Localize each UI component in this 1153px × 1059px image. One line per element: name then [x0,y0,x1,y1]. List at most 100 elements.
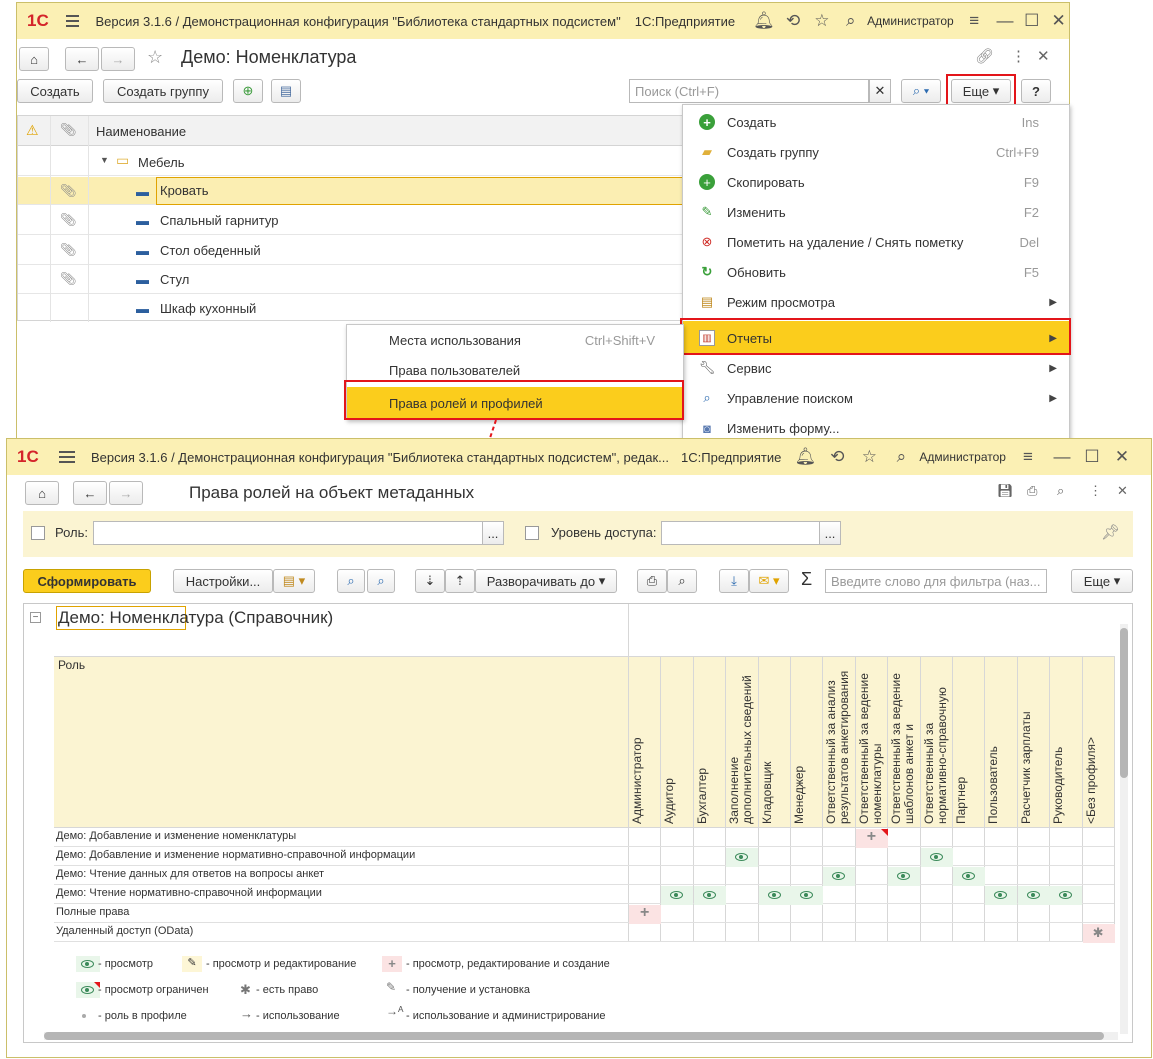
matrix-row[interactable]: Удаленный доступ (OData) [54,923,1114,942]
settings-button[interactable]: Настройки... [173,569,273,593]
list-row-selected[interactable]: 📎︎ ▬ Кровать [18,177,688,205]
search-icon[interactable]: ⌕ [840,11,861,31]
maximize-icon[interactable]: ☐ [1021,11,1042,31]
matrix-row[interactable]: Демо: Добавление и изменение номенклатур… [54,828,1114,847]
menu-item-copy[interactable]: + Скопировать F9 [683,167,1069,197]
search-icon[interactable]: ⌕ [889,447,913,467]
help-button[interactable]: ? [1021,79,1051,103]
eye-icon [670,891,684,899]
close-icon[interactable]: ✕ [1048,11,1069,31]
plus-icon: + [640,904,650,921]
main-menu-icon[interactable] [65,12,80,30]
export-button[interactable]: ⤓ [719,569,749,593]
minimize-icon[interactable]: — [995,11,1016,31]
list-row[interactable]: 📎︎ ▬ Стол обеденный [18,236,688,265]
horizontal-scrollbar[interactable] [44,1032,1118,1040]
menu-item-service[interactable]: 🔧︎ Сервис ▶ [683,353,1069,383]
menu-item-create[interactable]: + Создать Ins [683,107,1069,137]
search-icon: ⌕ [703,390,711,405]
preview-icon[interactable]: ⌕ [1057,483,1064,499]
expand-to-button[interactable]: Разворачивать до ▾ [475,569,617,593]
role-checkbox[interactable] [31,526,45,540]
collapse-icon[interactable]: − [30,612,41,623]
menu-item-view-mode[interactable]: ▤ Режим просмотра ▶ [683,287,1069,317]
bell-icon[interactable]: 🔔︎ [793,447,817,467]
form-close-icon[interactable]: ✕ [1037,47,1050,65]
search-options-button[interactable]: ⌕ ▾ [901,79,941,103]
menu-item-create-group[interactable]: ▰ Создать группу Ctrl+F9 [683,137,1069,167]
star-icon[interactable]: ☆ [857,447,881,467]
variants-button[interactable]: ▤ ▾ [273,569,315,593]
link-icon[interactable]: 🔗︎ [975,47,994,65]
home-button[interactable]: ⌂ [25,481,59,505]
item-label: Стол обеденный [160,243,261,258]
close-icon[interactable]: ✕ [1110,447,1134,467]
expand-arrow-icon[interactable]: ▼ [100,155,109,165]
list-row[interactable]: ▬ Шкаф кухонный [18,294,688,322]
create-group-button[interactable]: Создать группу [103,79,223,103]
user-name[interactable]: Администратор [919,450,1006,464]
submenu-item-usage[interactable]: Места использования Ctrl+Shift+V [347,325,683,355]
menu-item-search-management[interactable]: ⌕ Управление поиском ▶ [683,383,1069,413]
sort-asc-button[interactable]: ⇣ [415,569,445,593]
role-select-button[interactable]: ... [482,521,504,545]
vertical-scroll-thumb[interactable] [1120,628,1128,778]
list-row-group[interactable]: ▼ ▭ Мебель [18,147,688,176]
main-menu-icon[interactable] [59,448,75,466]
vertical-scrollbar[interactable] [1120,624,1128,1034]
matrix-row[interactable]: Полные права [54,904,1114,923]
sum-icon[interactable]: Σ [801,569,812,590]
menu-item-edit[interactable]: ✎ Изменить F2 [683,197,1069,227]
maximize-icon[interactable]: ☐ [1080,447,1104,467]
more-vert-icon[interactable]: ⋮ [1011,47,1026,65]
history-icon[interactable]: ⟲ [825,447,849,467]
pin-icon[interactable]: 📌︎ [1101,523,1120,541]
home-button[interactable]: ⌂ [19,47,49,71]
favorite-icon[interactable]: ☆ [147,47,163,68]
access-select-button[interactable]: ... [819,521,841,545]
forward-button[interactable]: → [101,47,135,71]
menu-item-mark-delete[interactable]: ⊗ Пометить на удаление / Снять пометку D… [683,227,1069,257]
sort-desc-button[interactable]: ⇡ [445,569,475,593]
history-icon[interactable]: ⟲ [783,11,804,31]
find-button[interactable]: ⌕ [337,569,365,593]
add-copy-button[interactable]: ⊕ [233,79,263,103]
find-next-button[interactable]: ⌕ [367,569,395,593]
save-icon[interactable]: 💾︎ [997,483,1014,499]
search-input[interactable]: Поиск (Ctrl+F) [629,79,869,103]
generate-button[interactable]: Сформировать [23,569,151,593]
matrix-row[interactable]: Демо: Добавление и изменение нормативно-… [54,847,1114,866]
column-name-header[interactable]: Наименование [96,124,186,139]
user-name[interactable]: Администратор [867,14,954,28]
print-button[interactable]: ⎙ [637,569,667,593]
more-button[interactable]: Еще ▾ [1071,569,1133,593]
profile-header: Заполнение дополнительных сведений [727,675,755,824]
list-row[interactable]: 📎︎ ▬ Спальный гарнитур [18,206,688,235]
role-field[interactable] [93,521,483,545]
menu-item-refresh[interactable]: ↻ Обновить F5 [683,257,1069,287]
more-vert-icon[interactable]: ⋮ [1089,483,1102,499]
back-button[interactable]: ← [73,481,107,505]
form-close-icon[interactable]: ✕ [1117,483,1128,499]
minimize-icon[interactable]: — [1050,447,1074,467]
clear-search-button[interactable]: ✕ [869,79,891,103]
item-label: Шкаф кухонный [160,301,257,316]
access-field[interactable] [661,521,823,545]
matrix-row[interactable]: Демо: Чтение нормативно-справочной инфор… [54,885,1114,904]
list-settings-button[interactable]: ▤ [271,79,301,103]
forward-button[interactable]: → [109,481,143,505]
back-button[interactable]: ← [65,47,99,71]
print-icon[interactable]: ⎙ [1027,483,1037,499]
preview-button[interactable]: ⌕ [667,569,697,593]
bell-icon[interactable]: 🔔︎ [753,11,775,31]
list-row[interactable]: 📎︎ ▬ Стул [18,265,688,294]
create-button[interactable]: Создать [17,79,93,103]
star-icon[interactable]: ☆ [812,11,833,31]
filter-input[interactable]: Введите слово для фильтра (наз... [825,569,1047,593]
access-checkbox[interactable] [525,526,539,540]
horizontal-scroll-thumb[interactable] [44,1032,1104,1040]
settings-icon[interactable]: ≡ [1016,447,1040,467]
title-bar: 1С Версия 3.1.6 / Демонстрационная конфи… [7,439,1151,475]
settings-icon[interactable]: ≡ [964,11,985,31]
email-button[interactable]: ✉ ▾ [749,569,789,593]
